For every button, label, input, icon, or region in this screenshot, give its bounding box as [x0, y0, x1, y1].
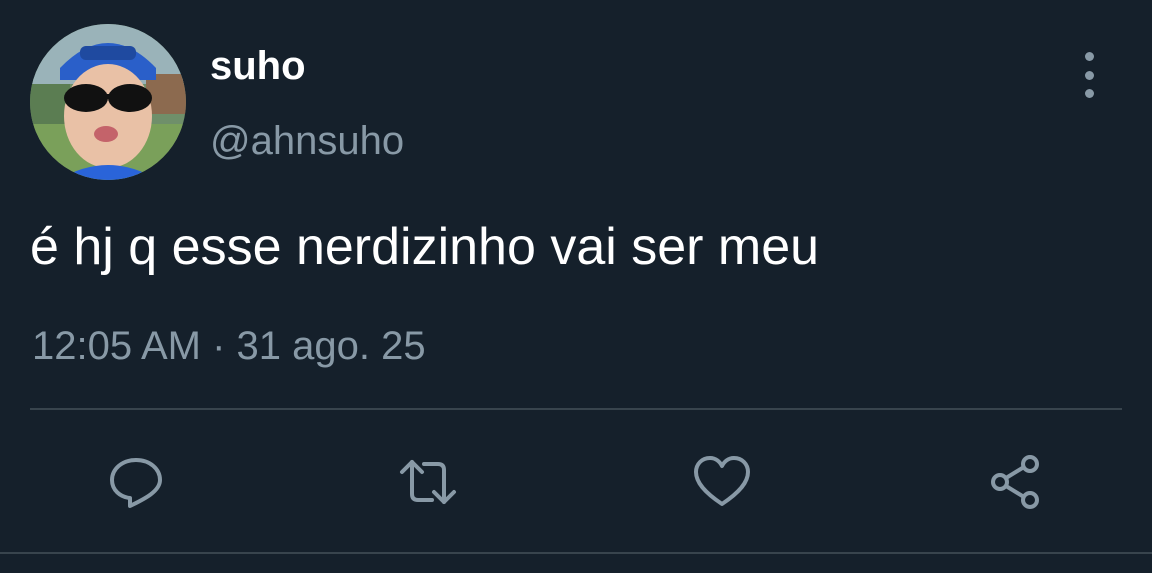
divider — [0, 552, 1152, 554]
tweet-timestamp[interactable]: 12:05 AM · 31 ago. 25 — [32, 322, 426, 370]
reply-button[interactable] — [106, 452, 166, 512]
like-button[interactable] — [692, 452, 752, 512]
tweet-card: suho @ahnsuho é hj q esse nerdizinho vai… — [0, 0, 1152, 573]
share-icon — [991, 455, 1039, 509]
more-vertical-icon[interactable] — [1070, 52, 1108, 98]
share-button[interactable] — [986, 452, 1046, 512]
retweet-button[interactable] — [398, 452, 458, 512]
more-dot — [1084, 70, 1094, 80]
tweet-text: é hj q esse nerdizinho vai ser meu — [30, 218, 820, 276]
retweet-icon — [400, 460, 456, 504]
reply-icon — [110, 458, 162, 508]
more-dot — [1084, 89, 1094, 98]
display-name[interactable]: suho — [210, 42, 306, 90]
divider — [30, 408, 1122, 410]
user-handle[interactable]: @ahnsuho — [210, 117, 404, 165]
avatar-image — [30, 24, 186, 180]
heart-icon — [694, 456, 750, 506]
more-dot — [1084, 52, 1094, 61]
avatar[interactable] — [30, 24, 186, 180]
